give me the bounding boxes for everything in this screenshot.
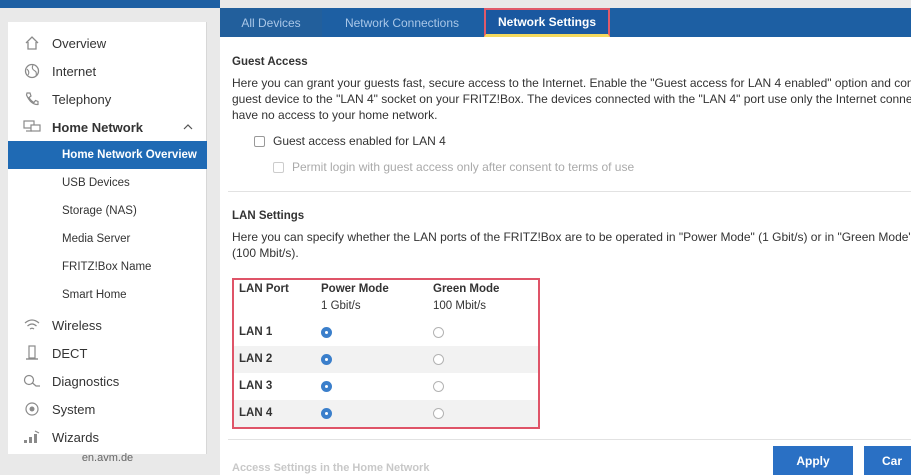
sidebar-item-wireless[interactable]: Wireless (8, 311, 207, 339)
section-divider (228, 439, 911, 440)
lan-settings-text-line-2: (100 Mbit/s). (232, 246, 299, 260)
sidebar-item-label: System (52, 401, 96, 417)
guest-access-checkbox-label: Guest access enabled for LAN 4 (273, 134, 446, 148)
lan-port-label: LAN 3 (239, 380, 273, 392)
network-icon (22, 117, 42, 137)
guest-access-text-line-3: have no access to your home network. (232, 108, 438, 122)
guest-consent-checkbox (273, 161, 284, 173)
tab-all-devices[interactable]: All Devices (220, 8, 322, 37)
sidebar-item-telephony[interactable]: Telephony (8, 85, 207, 113)
sidebar-subitem-label: Storage (NAS) (62, 205, 137, 217)
sidebar-subitem-fritzbox-name[interactable]: FRITZ!Box Name (8, 253, 207, 281)
sidebar-item-system[interactable]: System (8, 395, 207, 423)
table-row: LAN 4 (234, 400, 538, 427)
guest-access-title: Guest Access (232, 56, 308, 68)
sidebar-subitem-usb-devices[interactable]: USB Devices (8, 169, 207, 197)
guest-access-text-line-1: Here you can grant your guests fast, sec… (232, 76, 911, 90)
table-row: LAN 1 (234, 319, 538, 346)
lan-settings-text-line-1: Here you can specify whether the LAN por… (232, 230, 911, 244)
phone-icon (22, 89, 42, 109)
green-mode-speed: 100 Mbit/s (433, 300, 487, 312)
system-icon (22, 399, 42, 419)
sidebar-item-diagnostics[interactable]: Diagnostics (8, 367, 207, 395)
sidebar-subitem-label: Home Network Overview (62, 149, 197, 161)
lan-port-label: LAN 2 (239, 353, 273, 365)
sidebar-subitem-media-server[interactable]: Media Server (8, 225, 207, 253)
guest-consent-checkbox-row: Permit login with guest access only afte… (273, 160, 634, 174)
sidebar-item-label: Telephony (52, 91, 112, 107)
sidebar-item-label: DECT (52, 345, 88, 361)
sidebar-item-wizards[interactable]: Wizards (8, 423, 207, 451)
chevron-up-icon (183, 121, 193, 133)
guest-access-text-line-2: guest device to the "LAN 4" socket on yo… (232, 92, 911, 106)
sidebar-item-label: Diagnostics (52, 373, 120, 389)
access-settings-title: Access Settings in the Home Network (232, 462, 430, 474)
sidebar-item-dect[interactable]: DECT (8, 339, 207, 367)
power-mode-radio[interactable] (321, 408, 332, 419)
power-mode-speed: 1 Gbit/s (321, 300, 361, 312)
tab-bar: All Devices Network Connections Network … (220, 8, 911, 37)
apply-button[interactable]: Apply (773, 446, 853, 475)
green-mode-radio[interactable] (433, 327, 444, 338)
sidebar-subitem-storage[interactable]: Storage (NAS) (8, 197, 207, 225)
tab-network-connections[interactable]: Network Connections (332, 8, 472, 37)
sidebar-item-internet[interactable]: Internet (8, 57, 207, 85)
lan-port-header: LAN Port (239, 283, 289, 295)
sidebar-subitem-label: Smart Home (62, 289, 127, 301)
dect-icon (22, 343, 42, 363)
lan-port-label: LAN 4 (239, 407, 273, 419)
lan-port-table: LAN Port Power Mode Green Mode 1 Gbit/s … (232, 278, 540, 429)
lan-settings-title: LAN Settings (232, 210, 305, 222)
cancel-button[interactable]: Car (864, 446, 911, 475)
table-row: LAN 3 (234, 373, 538, 400)
sidebar-item-label: Wireless (52, 317, 102, 333)
diagnostics-icon (22, 371, 42, 391)
main-content: Guest Access Here you can grant your gue… (220, 37, 911, 475)
sidebar-item-label: Wizards (52, 429, 99, 445)
home-icon (22, 33, 42, 53)
wifi-icon (22, 315, 42, 335)
green-mode-radio[interactable] (433, 354, 444, 365)
green-mode-header: Green Mode (433, 283, 500, 295)
sidebar-item-label: Home Network (52, 119, 144, 135)
sidebar-subitem-label: Media Server (62, 233, 131, 245)
top-accent-strip (0, 0, 220, 8)
table-row: LAN 2 (234, 346, 538, 373)
lan-port-label: LAN 1 (239, 326, 273, 338)
sidebar-item-label: Overview (52, 35, 107, 51)
guest-access-checkbox[interactable] (254, 135, 265, 147)
section-divider (228, 191, 911, 192)
sidebar-subitem-smart-home[interactable]: Smart Home (8, 281, 207, 309)
power-mode-radio[interactable] (321, 327, 332, 338)
guest-access-checkbox-row[interactable]: Guest access enabled for LAN 4 (254, 134, 446, 148)
power-mode-radio[interactable] (321, 354, 332, 365)
sidebar-subitem-label: USB Devices (62, 177, 130, 189)
tab-network-settings[interactable]: Network Settings (484, 8, 610, 37)
sidebar-subitem-label: FRITZ!Box Name (62, 261, 152, 273)
sidebar-item-home-network[interactable]: Home Network (8, 113, 207, 141)
sidebar-subitem-home-network-overview[interactable]: Home Network Overview (8, 141, 207, 169)
sidebar: Overview Internet Telephony Home Network… (8, 22, 207, 454)
globe-icon (22, 61, 42, 81)
power-mode-radio[interactable] (321, 381, 332, 392)
sidebar-item-overview[interactable]: Overview (8, 29, 207, 57)
power-mode-header: Power Mode (321, 283, 389, 295)
green-mode-radio[interactable] (433, 381, 444, 392)
wizard-icon (22, 427, 42, 447)
footer-link[interactable]: en.avm.de (8, 452, 207, 464)
green-mode-radio[interactable] (433, 408, 444, 419)
guest-consent-checkbox-label: Permit login with guest access only afte… (292, 160, 635, 174)
sidebar-item-label: Internet (52, 63, 97, 79)
